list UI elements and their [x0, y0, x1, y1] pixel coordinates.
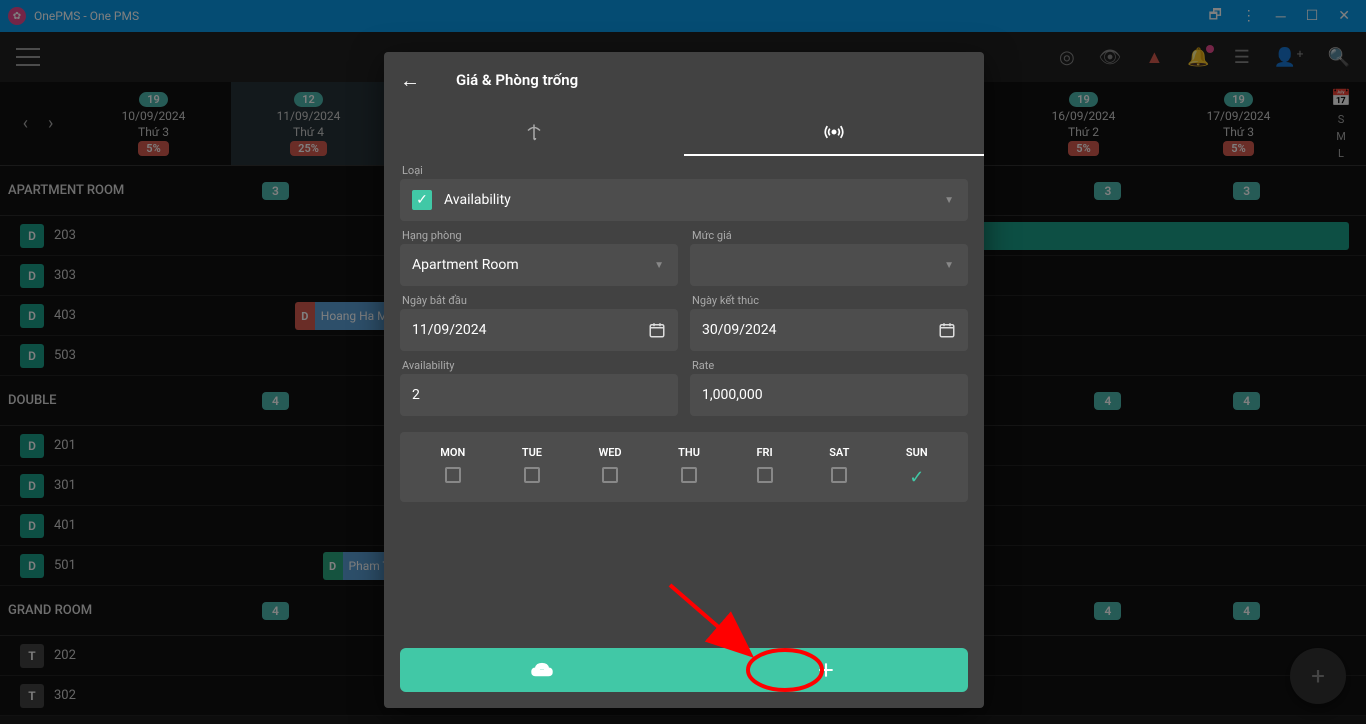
rate-availability-modal: ← Giá & Phòng trống Loại ✓ Availability … [384, 52, 984, 708]
rate-level-label: Mức giá [690, 229, 968, 242]
check-icon: ✓ [909, 467, 924, 488]
start-date-input[interactable]: 11/09/2024 [400, 309, 678, 351]
back-icon[interactable]: ← [400, 68, 420, 93]
type-label: Loại [400, 164, 968, 177]
day-toggle[interactable]: TUE [522, 446, 542, 488]
chevron-down-icon: ▼ [944, 195, 954, 206]
checkbox-icon [524, 467, 540, 483]
type-value: Availability [444, 192, 511, 208]
day-toggle[interactable]: SAT [829, 446, 849, 488]
upload-button[interactable] [400, 648, 684, 692]
avail-label: Availability [400, 359, 678, 372]
tab-broadcast[interactable] [684, 108, 984, 156]
end-date-label: Ngày kết thúc [690, 294, 968, 307]
calendar-icon [648, 321, 666, 339]
tab-umbrella[interactable] [384, 108, 684, 156]
checkbox-icon [757, 467, 773, 483]
end-date-input[interactable]: 30/09/2024 [690, 309, 968, 351]
checkbox-icon [831, 467, 847, 483]
day-name: FRI [756, 446, 772, 459]
rate-label: Rate [690, 359, 968, 372]
day-toggle[interactable]: MON [440, 446, 465, 488]
rate-level-select[interactable]: ▼ [690, 244, 968, 286]
chevron-down-icon: ▼ [944, 260, 954, 271]
room-cat-label: Hạng phòng [400, 229, 678, 242]
calendar-icon [938, 321, 956, 339]
checkbox-icon [445, 467, 461, 483]
room-cat-value: Apartment Room [412, 257, 519, 273]
add-button[interactable] [684, 648, 968, 692]
day-toggle[interactable]: SUN ✓ [906, 446, 928, 488]
start-date-label: Ngày bắt đầu [400, 294, 678, 307]
day-toggle[interactable]: THU [678, 446, 700, 488]
day-name: SUN [906, 446, 928, 459]
chevron-down-icon: ▼ [654, 260, 664, 271]
rate-value: 1,000,000 [702, 387, 763, 403]
modal-title: Giá & Phòng trống [456, 71, 578, 89]
day-name: TUE [522, 446, 542, 459]
avail-value: 2 [412, 387, 420, 403]
day-toggle[interactable]: FRI [756, 446, 772, 488]
check-icon: ✓ [412, 190, 432, 210]
modal-action-bar [400, 648, 968, 692]
start-date-value: 11/09/2024 [412, 322, 487, 338]
room-cat-select[interactable]: Apartment Room ▼ [400, 244, 678, 286]
end-date-value: 30/09/2024 [702, 322, 777, 338]
rate-input[interactable]: 1,000,000 [690, 374, 968, 416]
days-selector: MON TUE WED THU FRI SAT SUN ✓ [400, 432, 968, 502]
checkbox-icon [681, 467, 697, 483]
type-select[interactable]: ✓ Availability ▼ [400, 179, 968, 221]
checkbox-icon [602, 467, 618, 483]
avail-input[interactable]: 2 [400, 374, 678, 416]
day-name: SAT [829, 446, 849, 459]
day-name: WED [599, 446, 622, 459]
day-name: THU [678, 446, 700, 459]
day-toggle[interactable]: WED [599, 446, 622, 488]
day-name: MON [440, 446, 465, 459]
